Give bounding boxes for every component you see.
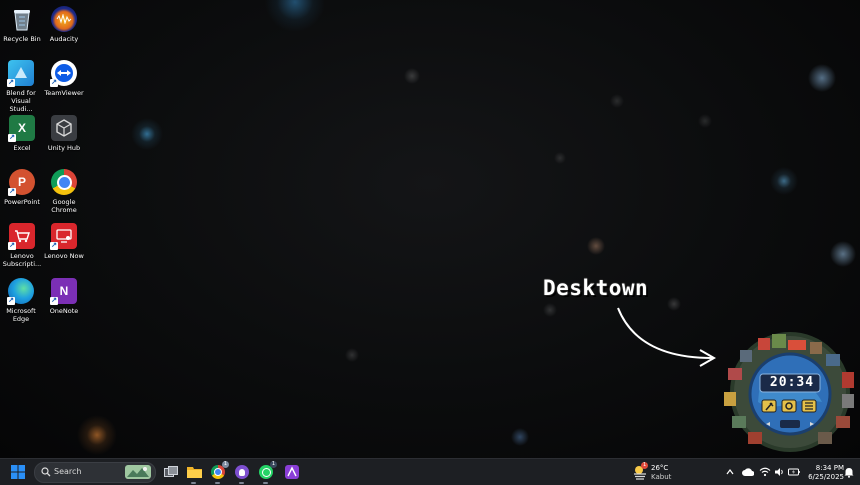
powerpoint-icon: P ↗ <box>8 169 35 196</box>
desktown-town-ring-icon <box>724 332 854 452</box>
desktop-icon-label: Recycle Bin <box>3 35 41 43</box>
onenote-icon: N ↗ <box>50 278 77 305</box>
clock[interactable]: 8:34 PM 6/25/2025 <box>804 462 844 482</box>
whatsapp-badge: 1 <box>269 461 277 468</box>
taskbar-github[interactable] <box>234 464 250 480</box>
taskbar: Search 1 1 1 26°C Kabut 8:34 PM 6/25/202… <box>0 458 860 485</box>
start-button[interactable] <box>10 464 26 480</box>
desktop-icon-audacity[interactable]: Audacity <box>42 6 86 43</box>
search-label: Search <box>54 467 82 476</box>
search-highlight-icon <box>125 465 151 479</box>
desktop-icon-label: Excel <box>13 144 31 152</box>
audacity-icon <box>51 6 77 32</box>
desktop-icon-label: PowerPoint <box>4 198 40 206</box>
clock-time: 8:34 PM <box>815 464 844 472</box>
desktop-icon-label: Google Chrome <box>51 198 77 214</box>
desktop-icon-label: Blend for Visual Studi... <box>6 89 36 113</box>
onenote-letter: N <box>59 284 69 298</box>
clock-date: 6/25/2025 <box>808 473 844 481</box>
taskbar-chrome[interactable]: 1 <box>210 461 229 480</box>
desktown-widget[interactable]: 20:34 <box>718 332 860 458</box>
taskbar-whatsapp[interactable]: 1 <box>258 461 277 480</box>
taskbar-search[interactable]: Search <box>34 462 156 483</box>
desktop-icon-unity-hub[interactable]: Unity Hub <box>42 115 86 152</box>
chrome-icon <box>51 169 77 195</box>
folder-icon <box>186 467 202 478</box>
widget-time: 20:34 <box>769 375 815 390</box>
task-view-button[interactable] <box>163 464 179 480</box>
show-hidden-icons-button[interactable] <box>722 464 738 480</box>
github-icon <box>235 465 249 479</box>
speaker-icon <box>774 468 783 476</box>
chrome-badge: 1 <box>221 461 229 468</box>
powerpoint-letter: P <box>17 175 26 189</box>
chevron-up-icon <box>726 469 734 475</box>
teamviewer-icon: ↗ <box>50 60 77 87</box>
cloud-icon <box>742 468 754 476</box>
recycle-bin-icon <box>9 6 35 32</box>
lenovo-now-icon: ↗ <box>50 223 77 250</box>
weather-widget[interactable]: 1 26°C Kabut <box>632 462 676 482</box>
blend-icon: ↗ <box>7 60 34 87</box>
desktop-icon-chrome[interactable]: Google Chrome <box>42 169 86 214</box>
affinity-icon <box>285 465 299 479</box>
desktop-icon-label: Audacity <box>49 35 79 43</box>
desktop-icon-lenovo-subscription[interactable]: ↗ Lenovo Subscripti... <box>0 223 44 268</box>
desktop-icon-teamviewer[interactable]: ↗ TeamViewer <box>42 60 86 97</box>
desktop: Recycle Bin ↗ Blend for Visual Studi... … <box>0 0 860 458</box>
desktop-icon-lenovo-now[interactable]: ↗ Lenovo Now <box>42 223 86 260</box>
notifications-button[interactable] <box>841 464 857 480</box>
volume-button[interactable] <box>771 464 787 480</box>
annotation-title: Desktown <box>543 276 649 300</box>
desktop-icon-label: Unity Hub <box>47 144 81 152</box>
desktop-icon-powerpoint[interactable]: P ↗ PowerPoint <box>0 169 44 206</box>
battery-button[interactable] <box>786 464 802 480</box>
desktop-icon-label: TeamViewer <box>44 89 84 97</box>
bell-icon <box>844 467 854 478</box>
desktop-icon-edge[interactable]: ↗ Microsoft Edge <box>0 278 43 323</box>
annotation-arrow-icon <box>617 307 717 367</box>
desktop-icon-label: Lenovo Subscripti... <box>2 252 42 268</box>
onedrive-button[interactable] <box>740 464 756 480</box>
wifi-icon <box>759 467 771 477</box>
desktop-icon-excel[interactable]: X ↗ Excel <box>0 115 44 152</box>
desktop-icon-label: Lenovo Now <box>44 252 84 260</box>
desktop-icon-label: Microsoft Edge <box>6 307 36 323</box>
battery-charging-icon <box>788 468 800 476</box>
edge-icon: ↗ <box>7 278 34 305</box>
weather-temp: 26°C <box>651 464 669 472</box>
unity-hub-icon <box>51 115 77 141</box>
desktop-icon-recycle-bin[interactable]: Recycle Bin <box>0 6 44 43</box>
search-icon <box>41 467 51 477</box>
excel-icon: X ↗ <box>8 115 35 142</box>
desktop-icon-blend[interactable]: ↗ Blend for Visual Studi... <box>0 60 43 113</box>
excel-letter: X <box>17 121 26 135</box>
desktop-icon-onenote[interactable]: N ↗ OneNote <box>42 278 86 315</box>
lenovo-subscription-icon: ↗ <box>8 223 35 250</box>
taskbar-affinity[interactable] <box>284 464 300 480</box>
weather-condition: Kabut <box>651 473 672 481</box>
windows-logo-icon <box>11 465 25 479</box>
taskbar-file-explorer[interactable] <box>186 464 202 480</box>
task-view-icon <box>164 466 178 477</box>
desktop-icon-label: OneNote <box>49 307 79 315</box>
